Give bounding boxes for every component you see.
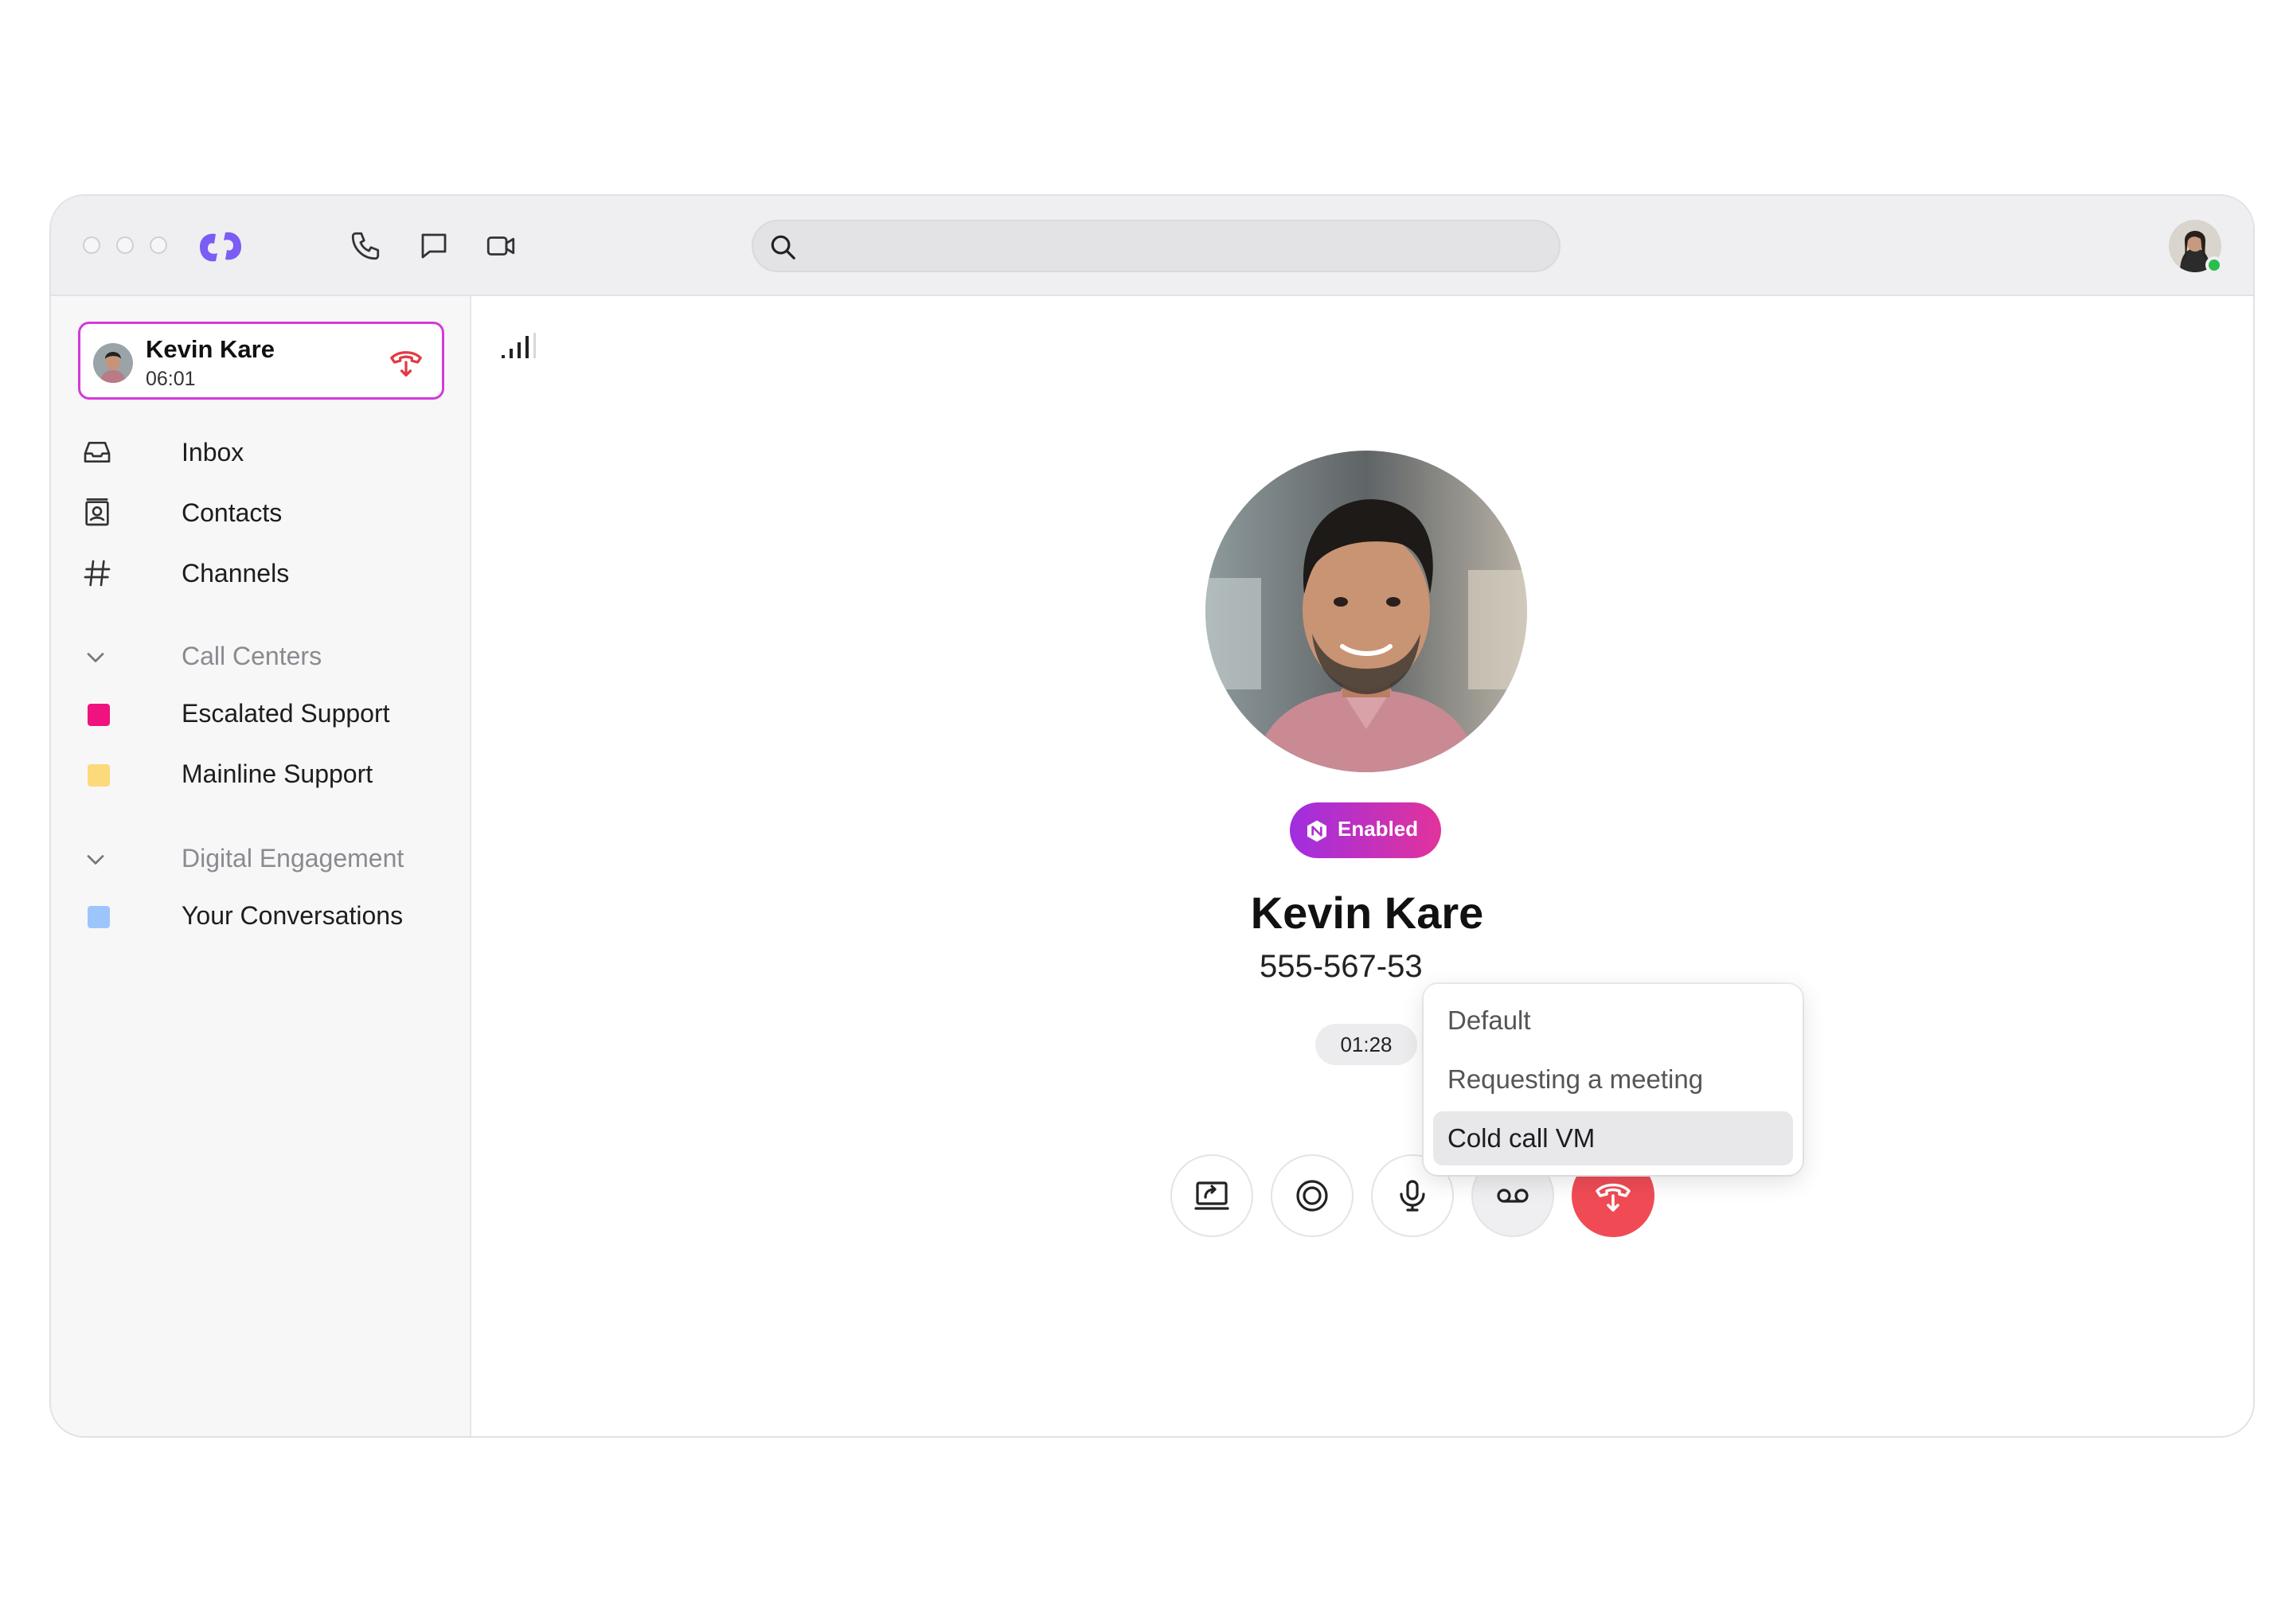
- phone-icon[interactable]: [349, 229, 382, 263]
- search-input[interactable]: [809, 229, 1529, 264]
- sidebar-item-label: Contacts: [182, 498, 283, 527]
- call-panel: Enabled Kevin Kare 555-567-53 01:28 Defa…: [471, 296, 2253, 1436]
- title-bar: [51, 196, 2253, 296]
- color-swatch: [88, 704, 110, 726]
- section-header-call-centers[interactable]: Call Centers: [81, 634, 447, 678]
- sidebar-item-label: Your Conversations: [182, 901, 404, 930]
- app-window: Kevin Kare 06:01 Inbox Contacts Channels: [49, 194, 2255, 1438]
- ai-hexagon-icon: [1307, 820, 1326, 842]
- sidebar-item-label: Inbox: [182, 438, 244, 467]
- signal-strength-icon: [502, 333, 536, 358]
- color-swatch: [88, 906, 110, 928]
- sidebar: Kevin Kare 06:01 Inbox Contacts Channels: [51, 296, 471, 1436]
- voicemail-menu: Default Requesting a meeting Cold call V…: [1424, 984, 1803, 1175]
- sidebar-item-mainline-support[interactable]: Mainline Support: [81, 751, 447, 796]
- sidebar-item-channels[interactable]: Channels: [81, 551, 447, 595]
- window-maximize-button[interactable]: [150, 236, 167, 254]
- app-logo-icon: [200, 232, 241, 262]
- hang-up-icon[interactable]: [388, 346, 424, 378]
- chevron-down-icon: [87, 855, 104, 865]
- caller-photo: [1205, 451, 1527, 772]
- search-bar[interactable]: [752, 220, 1561, 272]
- sidebar-item-label: Escalated Support: [182, 699, 390, 728]
- active-call-duration: 06:01: [146, 368, 196, 390]
- voicemail-icon: [1497, 1189, 1529, 1203]
- ai-enabled-badge: Enabled: [1290, 802, 1441, 858]
- sidebar-item-label: Mainline Support: [182, 759, 373, 788]
- transfer-button[interactable]: [1170, 1154, 1253, 1237]
- contacts-icon: [85, 498, 109, 526]
- sidebar-item-label: Channels: [182, 559, 290, 588]
- active-call-card[interactable]: Kevin Kare 06:01: [78, 322, 444, 400]
- screen-share-icon: [1194, 1181, 1229, 1210]
- active-call-name: Kevin Kare: [146, 335, 275, 363]
- section-title: Call Centers: [182, 642, 322, 670]
- sidebar-item-inbox[interactable]: Inbox: [81, 430, 447, 474]
- chevron-down-icon: [87, 653, 104, 662]
- video-icon[interactable]: [484, 229, 518, 263]
- sidebar-item-escalated-support[interactable]: Escalated Support: [81, 691, 447, 736]
- section-header-digital-engagement[interactable]: Digital Engagement: [81, 836, 447, 880]
- microphone-icon: [1400, 1180, 1425, 1212]
- window-minimize-button[interactable]: [116, 236, 134, 254]
- sidebar-item-contacts[interactable]: Contacts: [81, 490, 447, 535]
- record-button[interactable]: [1271, 1154, 1354, 1237]
- search-icon: [771, 235, 795, 260]
- caller-number: 555-567-53: [1260, 949, 1423, 984]
- color-swatch: [88, 764, 110, 787]
- chat-icon[interactable]: [417, 229, 451, 263]
- section-title: Digital Engagement: [182, 844, 404, 873]
- hash-icon: [84, 560, 111, 587]
- active-call-avatar: [93, 343, 133, 383]
- badge-label: Enabled: [1338, 817, 1419, 841]
- online-status-indicator: [2205, 256, 2223, 274]
- hang-up-icon: [1596, 1183, 1631, 1212]
- voicemail-option-default[interactable]: Default: [1433, 994, 1793, 1048]
- call-timer: 01:28: [1315, 1024, 1417, 1065]
- voicemail-option-requesting-meeting[interactable]: Requesting a meeting: [1433, 1052, 1793, 1107]
- caller-name: Kevin Kare: [1250, 888, 1484, 938]
- sidebar-item-your-conversations[interactable]: Your Conversations: [81, 893, 447, 938]
- inbox-icon: [84, 442, 111, 463]
- record-icon: [1296, 1180, 1328, 1212]
- voicemail-option-cold-call-vm[interactable]: Cold call VM: [1433, 1111, 1793, 1165]
- window-close-button[interactable]: [83, 236, 100, 254]
